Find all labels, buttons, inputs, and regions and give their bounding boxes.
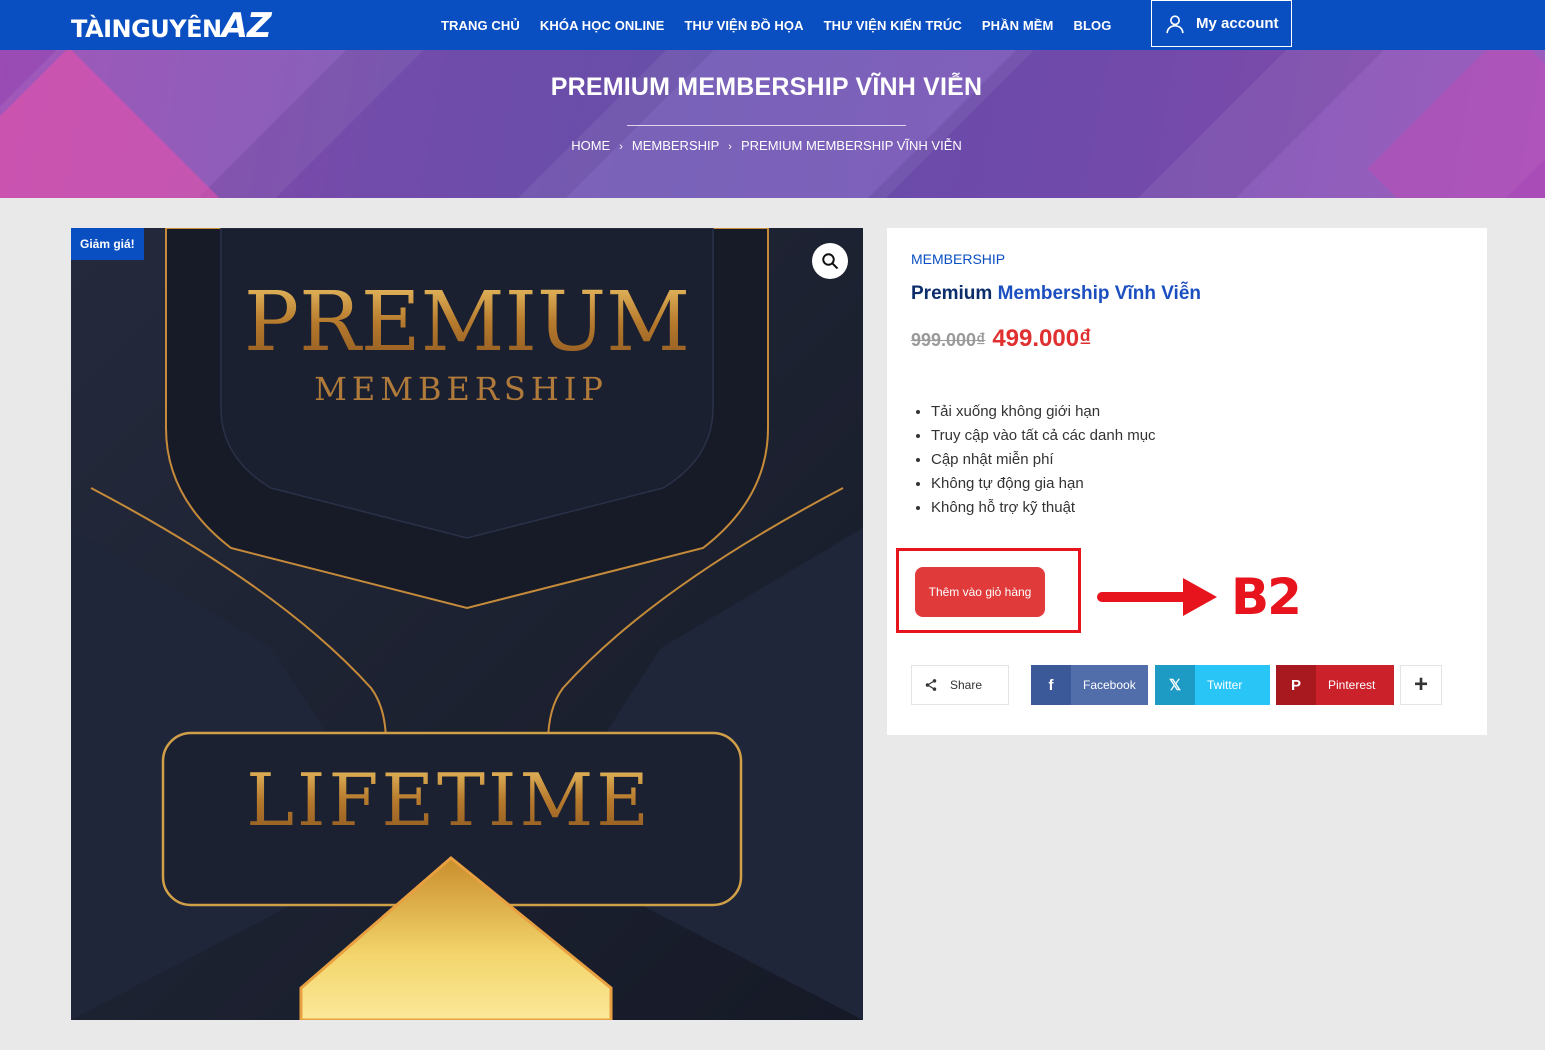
artwork-title: PREMIUM: [244, 275, 690, 370]
nav-item-phan-mem[interactable]: PHẦN MỀM: [972, 18, 1064, 33]
twitter-label: Twitter: [1207, 678, 1243, 692]
more-share-button[interactable]: +: [1400, 665, 1442, 705]
arrow-right-icon: [1097, 578, 1217, 616]
list-item: Tải xuống không giới hạn: [931, 400, 1156, 424]
product-image[interactable]: Giảm giá! PREMIUM MEMBERSHIP LIFETIME: [71, 228, 863, 1020]
list-item: Cập nhật miễn phí: [931, 448, 1156, 472]
original-price: 999.000₫: [911, 330, 986, 350]
step-annotation-label: B2: [1231, 568, 1302, 626]
nav-item-blog[interactable]: BLOG: [1063, 18, 1121, 33]
my-account-button[interactable]: My account: [1151, 0, 1292, 47]
product-category-link[interactable]: MEMBERSHIP: [911, 251, 1005, 267]
x-twitter-icon: 𝕏: [1155, 665, 1195, 705]
magnifier-icon: [822, 253, 839, 270]
product-price: 999.000₫ 499.000₫: [911, 325, 1091, 353]
sale-price: 499.000₫: [992, 325, 1092, 352]
nav-item-thu-vien-do-hoa[interactable]: THƯ VIỆN ĐỒ HỌA: [674, 18, 813, 33]
nav-item-khoa-hoc-online[interactable]: KHÓA HỌC ONLINE: [530, 18, 675, 33]
artwork-subtitle: MEMBERSHIP: [314, 370, 608, 408]
chevron-right-icon: ›: [619, 141, 623, 153]
nav-item-thu-vien-kien-truc[interactable]: THƯ VIỆN KIẾN TRÚC: [814, 18, 972, 33]
user-icon: [1166, 14, 1184, 33]
share-text: Share: [950, 678, 983, 692]
premium-membership-artwork: PREMIUM MEMBERSHIP LIFETIME: [71, 228, 863, 1020]
sale-badge: Giảm giá!: [71, 228, 144, 260]
main-nav: TRANG CHỦ KHÓA HỌC ONLINE THƯ VIỆN ĐỒ HỌ…: [431, 0, 1121, 50]
share-label: Share: [911, 665, 1009, 705]
feature-list: Tải xuống không giới hạn Truy cập vào tấ…: [931, 400, 1156, 520]
breadcrumb-current: PREMIUM MEMBERSHIP VĨNH VIỄN: [740, 138, 962, 153]
plus-icon: +: [1413, 671, 1428, 698]
site-logo[interactable]: TÀINGUYÊN AZ: [71, 6, 272, 46]
logo-text-main: TÀINGUYÊN: [71, 15, 222, 43]
add-to-cart-button[interactable]: Thêm vào giỏ hàng: [915, 567, 1045, 617]
nav-item-trang-chu[interactable]: TRANG CHỦ: [431, 18, 530, 33]
artwork-lifetime: LIFETIME: [246, 758, 652, 842]
top-navbar: TÀINGUYÊN AZ TRANG CHỦ KHÓA HỌC ONLINE T…: [0, 0, 1545, 50]
facebook-icon: f: [1031, 665, 1071, 705]
chevron-right-icon: ›: [728, 141, 732, 153]
list-item: Không hỗ trợ kỹ thuật: [931, 496, 1156, 520]
list-item: Không tự động gia hạn: [931, 472, 1156, 496]
breadcrumb-membership[interactable]: MEMBERSHIP: [632, 138, 719, 153]
product-title: Premium Membership Vĩnh Viễn: [911, 283, 1201, 305]
my-account-label: My account: [1196, 15, 1279, 32]
product-title-part1: Premium: [911, 283, 998, 304]
page-title: PREMIUM MEMBERSHIP VĨNH VIỄN: [550, 73, 983, 101]
list-item: Truy cập vào tất cả các danh mục: [931, 424, 1156, 448]
product-title-part2: Membership Vĩnh Viễn: [997, 283, 1202, 304]
title-divider: [627, 125, 906, 126]
share-twitter-button[interactable]: 𝕏 Twitter: [1155, 665, 1270, 705]
share-pinterest-button[interactable]: P Pinterest: [1276, 665, 1394, 705]
page-hero-banner: PREMIUM MEMBERSHIP VĨNH VIỄN HOME › MEMBER…: [0, 50, 1545, 198]
logo-text-az: AZ: [221, 6, 272, 46]
product-summary-card: MEMBERSHIP Premium Membership Vĩnh Viễn …: [887, 228, 1487, 735]
pinterest-icon: P: [1276, 665, 1316, 705]
share-facebook-button[interactable]: f Facebook: [1031, 665, 1148, 705]
facebook-label: Facebook: [1083, 678, 1136, 692]
breadcrumb-home[interactable]: HOME: [571, 138, 610, 153]
breadcrumb: HOME › MEMBERSHIP › PREMIUM MEMBERSHIP VĨNH …: [0, 138, 1533, 153]
pinterest-label: Pinterest: [1328, 678, 1376, 692]
share-icon: [912, 678, 950, 692]
zoom-button[interactable]: [812, 243, 848, 279]
